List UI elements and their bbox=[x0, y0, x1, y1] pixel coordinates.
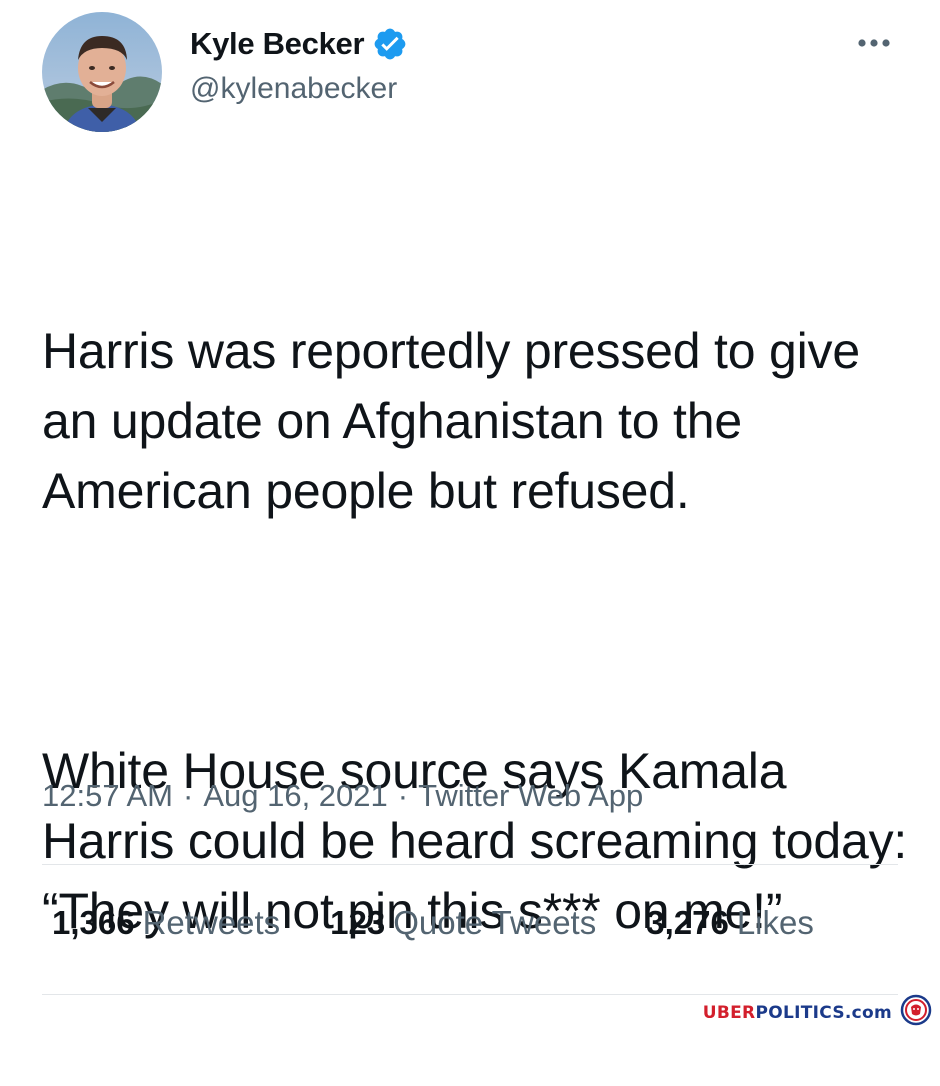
likes-stat[interactable]: 3,276 Likes bbox=[646, 904, 814, 942]
avatar[interactable] bbox=[42, 12, 162, 132]
meta-separator-1: · bbox=[182, 778, 194, 813]
likes-label: Likes bbox=[736, 904, 814, 941]
tweet-card: Kyle Becker @kylenabecker Harris was rep… bbox=[0, 0, 940, 1035]
divider-top bbox=[42, 864, 898, 865]
more-options-icon[interactable] bbox=[854, 28, 894, 58]
tweet-date[interactable]: Aug 16, 2021 bbox=[203, 778, 387, 814]
author-handle[interactable]: @kylenabecker bbox=[190, 72, 397, 106]
quote-tweets-stat[interactable]: 123 Quote Tweets bbox=[330, 904, 596, 942]
retweets-count: 1,366 bbox=[52, 904, 135, 941]
likes-count: 3,276 bbox=[646, 904, 729, 941]
tweet-source[interactable]: Twitter Web App bbox=[418, 778, 643, 814]
quote-tweets-label: Quote Tweets bbox=[393, 904, 597, 941]
tweet-meta: 12:57 AM · Aug 16, 2021 · Twitter Web Ap… bbox=[42, 778, 643, 814]
author-name-row[interactable]: Kyle Becker bbox=[190, 22, 408, 66]
author-display-name[interactable]: Kyle Becker bbox=[190, 26, 365, 62]
lion-logo-icon bbox=[900, 994, 932, 1031]
tweet-paragraph-1: Harris was reportedly pressed to give an… bbox=[42, 323, 874, 519]
quote-tweets-count: 123 bbox=[330, 904, 386, 941]
watermark-text: UBERPOLITICS.com bbox=[703, 1003, 892, 1023]
retweets-stat[interactable]: 1,366 Retweets bbox=[52, 904, 280, 942]
verified-badge-icon bbox=[372, 26, 408, 62]
tweet-stats: 1,366 Retweets 123 Quote Tweets 3,276 Li… bbox=[52, 904, 814, 942]
watermark-part-1: UBER bbox=[702, 1002, 756, 1023]
watermark: UBERPOLITICS.com bbox=[703, 994, 932, 1031]
meta-separator-2: · bbox=[397, 778, 409, 813]
tweet-time[interactable]: 12:57 AM bbox=[42, 778, 173, 814]
retweets-label: Retweets bbox=[142, 904, 281, 941]
tweet-text: Harris was reportedly pressed to give an… bbox=[42, 176, 912, 1086]
watermark-part-2: POLITICS.com bbox=[755, 1002, 892, 1023]
avatar-image bbox=[42, 12, 162, 132]
